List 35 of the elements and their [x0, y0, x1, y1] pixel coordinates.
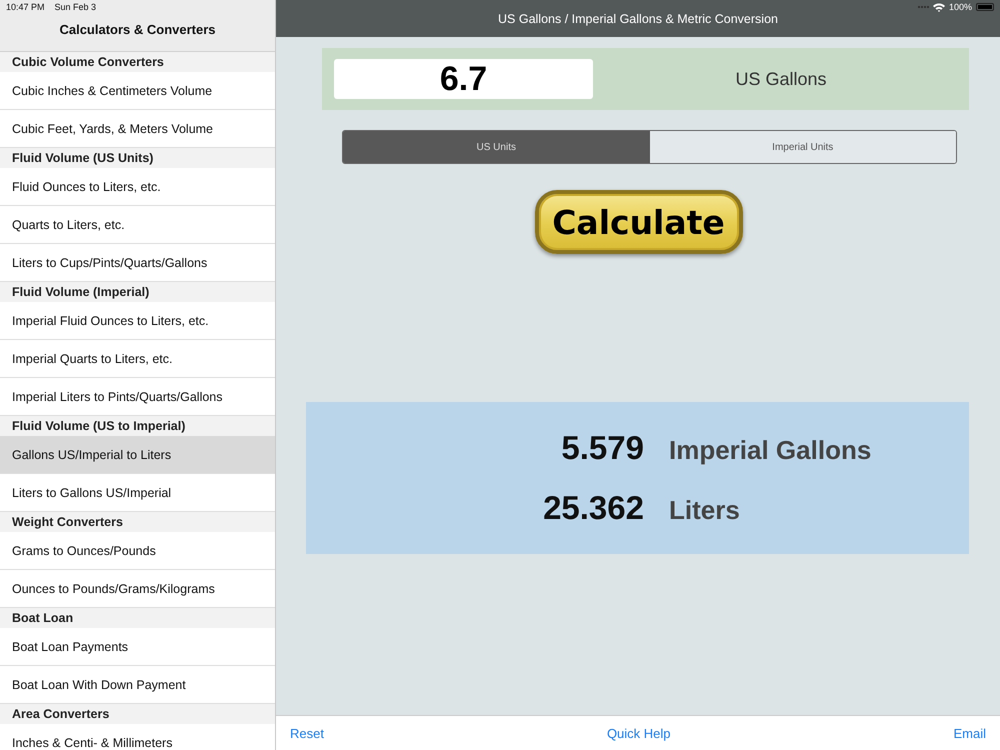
- battery-icon: [976, 3, 994, 11]
- sidebar-item[interactable]: Inches & Centi- & Millimeters: [0, 724, 275, 750]
- section-header: Fluid Volume (US Units): [0, 148, 275, 168]
- result-value: 25.362: [542, 489, 644, 527]
- result-unit: Imperial Gallons: [669, 435, 872, 466]
- status-date: Sun Feb 3: [54, 2, 96, 12]
- sidebar-item[interactable]: Quarts to Liters, etc.: [0, 206, 275, 244]
- sidebar-item[interactable]: Fluid Ounces to Liters, etc.: [0, 168, 275, 206]
- battery-percent: 100%: [948, 2, 972, 12]
- toolbar-link[interactable]: Reset: [290, 726, 324, 740]
- sidebar-item[interactable]: Boat Loan Payments: [0, 628, 275, 666]
- page-title: US Gallons / Imperial Gallons & Metric Conversion: [498, 12, 778, 26]
- segment-tab[interactable]: US Units: [343, 131, 650, 163]
- section-header: Area Converters: [0, 704, 275, 724]
- calculate-button[interactable]: Calculate: [534, 190, 742, 254]
- wifi-icon: [932, 2, 945, 12]
- section-header: Weight Converters: [0, 512, 275, 532]
- section-header: Fluid Volume (Imperial): [0, 282, 275, 302]
- sidebar-item[interactable]: Imperial Fluid Ounces to Liters, etc.: [0, 302, 275, 340]
- status-time: 10:47 PM: [6, 2, 45, 12]
- sidebar-item[interactable]: Grams to Ounces/Pounds: [0, 532, 275, 570]
- sidebar-item[interactable]: Gallons US/Imperial to Liters: [0, 436, 275, 474]
- segment-tab[interactable]: Imperial Units: [650, 131, 956, 163]
- toolbar-link[interactable]: Email: [953, 726, 986, 740]
- result-value: 5.579: [560, 429, 644, 467]
- input-unit: US Gallons: [734, 68, 828, 90]
- sidebar-item[interactable]: Imperial Quarts to Liters, etc.: [0, 340, 275, 378]
- section-header: Cubic Volume Converters: [0, 52, 275, 72]
- sidebar-item[interactable]: Cubic Inches & Centimeters Volume: [0, 72, 275, 110]
- sidebar-title: Calculators & Converters: [58, 22, 217, 37]
- section-header: Fluid Volume (US to Imperial): [0, 416, 275, 436]
- result-unit: Liters: [669, 495, 740, 526]
- section-header: Boat Loan: [0, 608, 275, 628]
- toolbar-link[interactable]: Quick Help: [606, 726, 671, 740]
- input-field[interactable]: 6.7: [334, 59, 593, 99]
